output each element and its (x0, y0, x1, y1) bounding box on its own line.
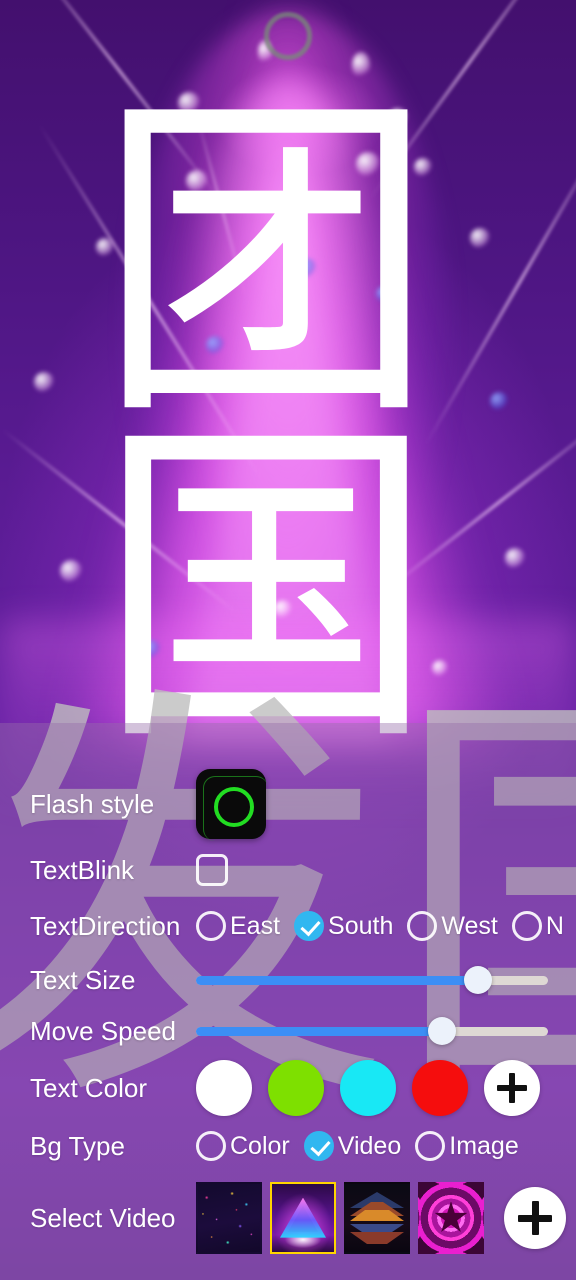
marquee-line-2: 国 (96, 391, 436, 788)
video-thumbnail-list[interactable] (196, 1182, 566, 1254)
radio-item-west[interactable]: West (407, 911, 498, 941)
text-blink-label: TextBlink (30, 854, 135, 885)
row-text-color[interactable]: Text Color (0, 1056, 576, 1120)
video-thumbnail-chevron-tunnel[interactable] (344, 1182, 410, 1254)
text-blink-checkbox[interactable] (196, 854, 228, 886)
text-color-swatches[interactable] (196, 1060, 540, 1116)
radio-label-west: West (441, 911, 498, 940)
text-direction-label: TextDirection (30, 910, 181, 941)
add-video-button[interactable] (504, 1187, 566, 1249)
radio-label-east: East (230, 911, 281, 940)
radio-item-east[interactable]: East (196, 911, 280, 941)
radio-label-south: South (328, 911, 394, 940)
color-swatch-3[interactable] (412, 1060, 468, 1116)
video-thumbnail-neon-triangle[interactable] (270, 1182, 336, 1254)
video-thumbnail-confetti-bokeh[interactable] (196, 1182, 262, 1254)
chevron-layer (350, 1210, 404, 1221)
radio-item-video[interactable]: Video (303, 1131, 402, 1161)
radio-south[interactable] (294, 911, 325, 941)
radio-label-bg-image: Image (449, 1131, 519, 1160)
radio-north[interactable] (511, 911, 542, 941)
row-move-speed[interactable]: Move Speed (0, 1006, 576, 1056)
row-text-size[interactable]: Text Size (0, 955, 576, 1005)
text-size-slider[interactable] (196, 965, 548, 995)
radio-label-north: N (545, 911, 564, 940)
color-swatch-0[interactable] (196, 1060, 252, 1116)
settings-panel: Flash style TextBlink TextDirection East… (0, 723, 576, 1280)
bg-type-radio-group[interactable]: Color Video Image (196, 1131, 533, 1161)
radio-bg-color[interactable] (196, 1131, 226, 1161)
radio-east[interactable] (196, 911, 226, 941)
bg-type-label: Bg Type (30, 1130, 125, 1161)
phone-screen: 团 国 发国 Flash style TextBlink TextDirecti… (0, 0, 576, 1280)
color-swatch-1[interactable] (268, 1060, 324, 1116)
radio-item-image[interactable]: Image (415, 1131, 519, 1161)
radio-label-bg-color: Color (230, 1131, 290, 1160)
chevron-layer (350, 1232, 404, 1244)
row-text-blink[interactable]: TextBlink (0, 845, 576, 895)
marquee-display-text: 团 国 (0, 65, 576, 788)
select-video-label: Select Video (30, 1202, 176, 1233)
add-text-color-button[interactable] (484, 1060, 540, 1116)
radio-item-south[interactable]: South (294, 911, 393, 941)
text-size-label: Text Size (30, 964, 136, 995)
flash-style-thumbnail[interactable] (196, 769, 268, 841)
radio-item-color[interactable]: Color (196, 1131, 290, 1161)
marquee-line-1: 团 (96, 65, 436, 461)
text-color-label: Text Color (30, 1072, 148, 1103)
text-size-slider-thumb[interactable] (463, 966, 492, 994)
move-speed-slider-fill (196, 1026, 443, 1036)
move-speed-slider[interactable] (196, 1016, 548, 1046)
flash-style-label: Flash style (30, 788, 155, 819)
radio-item-north[interactable]: N (511, 911, 564, 941)
radio-bg-image[interactable] (415, 1131, 446, 1161)
text-direction-radio-group[interactable]: East South West N (196, 911, 576, 941)
row-select-video[interactable]: Select Video (0, 1178, 576, 1258)
neon-triangle-inner (288, 1205, 318, 1232)
text-size-slider-fill (196, 975, 478, 985)
move-speed-slider-thumb[interactable] (428, 1017, 457, 1045)
flash-style-inner-edge (203, 776, 268, 841)
radio-label-bg-video: Video (337, 1131, 402, 1160)
radio-west[interactable] (407, 911, 438, 941)
row-bg-type[interactable]: Bg Type Color Video Image (0, 1121, 576, 1171)
video-thumbnail-magenta-kaleidoscope[interactable] (418, 1182, 484, 1254)
row-text-direction[interactable]: TextDirection East South West N (0, 901, 576, 951)
radio-bg-video[interactable] (303, 1131, 334, 1161)
move-speed-label: Move Speed (30, 1015, 176, 1046)
camera-punch-hole-icon (264, 12, 312, 60)
color-swatch-2[interactable] (340, 1060, 396, 1116)
row-flash-style[interactable]: Flash style (0, 768, 576, 841)
